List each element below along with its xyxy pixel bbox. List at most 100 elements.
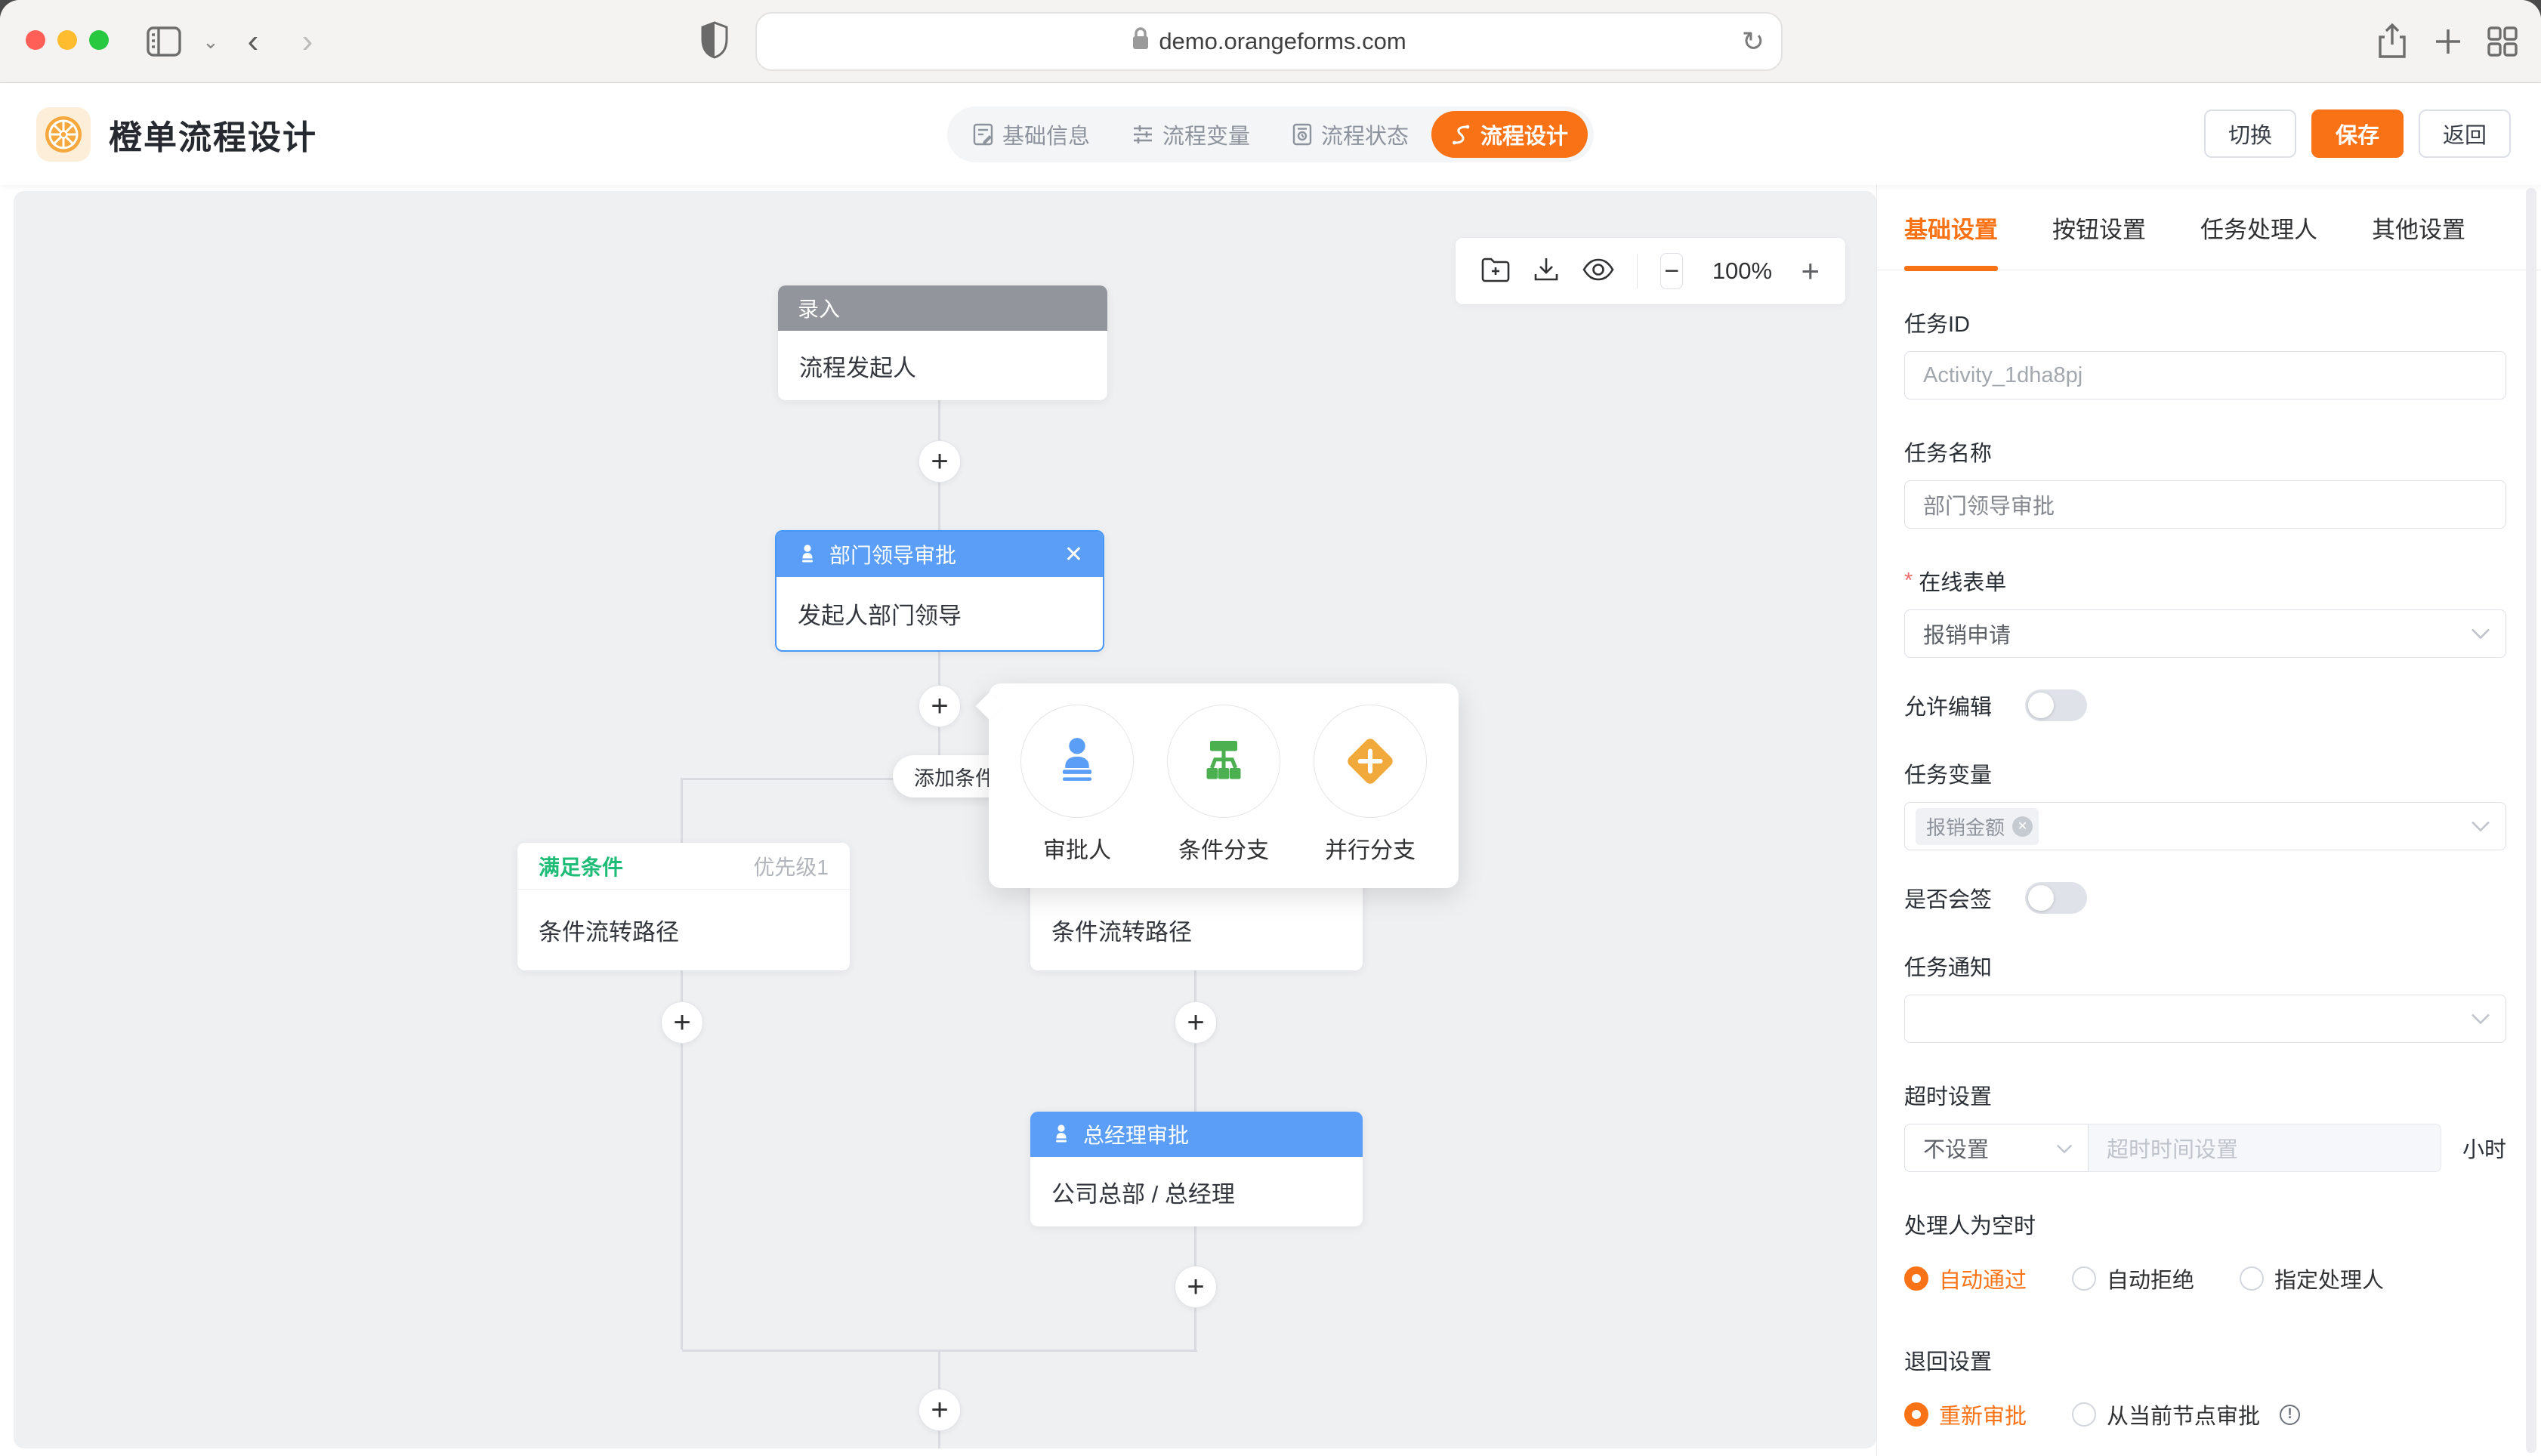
share-icon[interactable]	[2370, 20, 2414, 63]
radio-dot	[2240, 1266, 2264, 1291]
approver-stamp-icon	[1050, 734, 1104, 788]
condition-branch-icon	[1196, 734, 1251, 788]
lock-icon	[1132, 26, 1150, 57]
node-dept-title: 部门领导审批	[829, 539, 956, 569]
close-window-button[interactable]	[26, 30, 45, 50]
tab-other-settings[interactable]: 其他设置	[2372, 185, 2465, 270]
node-cond-left-body: 条件流转路径	[539, 913, 679, 947]
zoom-out-button[interactable]: −	[1660, 253, 1683, 289]
node-dept-approval[interactable]: 部门领导审批 ✕ 发起人部门领导	[775, 530, 1104, 652]
app-logo	[36, 107, 91, 162]
radio-dot	[1904, 1266, 1928, 1291]
task-id-label: 任务ID	[1904, 307, 2506, 338]
popup-item-label: 审批人	[1043, 831, 1111, 865]
new-tab-icon[interactable]	[2426, 20, 2470, 63]
tab-process-variables[interactable]: 流程变量	[1113, 111, 1270, 158]
delete-node-icon[interactable]: ✕	[1064, 541, 1083, 568]
header-actions: 切换 保存 返回	[2204, 110, 2511, 158]
tab-process-design[interactable]: 流程设计	[1431, 111, 1588, 158]
popup-item-approver[interactable]: 审批人	[1020, 705, 1134, 865]
node-start-title: 录入	[798, 293, 840, 323]
task-name-label: 任务名称	[1904, 436, 2506, 467]
task-notify-select[interactable]	[1904, 995, 2506, 1043]
task-variable-select[interactable]: 报销金额 ✕	[1904, 802, 2506, 850]
tab-button-settings[interactable]: 按钮设置	[2052, 185, 2146, 270]
panel-scrollbar[interactable]	[2526, 188, 2536, 1453]
radio-from-current-node[interactable]: 从当前节点审批!	[2072, 1399, 2300, 1430]
canvas-toolbar: − 100% +	[1456, 238, 1845, 304]
main-area: 录入 流程发起人 + 部门领导审批 ✕ 发起人部门领导 + 添加条件 满足条件	[0, 185, 2541, 1456]
sidebar-icon[interactable]	[142, 20, 186, 63]
forward-button[interactable]: ›	[286, 20, 329, 63]
timeout-value-input[interactable]: 超时时间设置	[2089, 1124, 2441, 1172]
chevron-down-icon	[2471, 814, 2490, 839]
add-node-button[interactable]: +	[661, 1001, 703, 1044]
browser-chrome: ⌄ ‹ › demo.orangeforms.com ↻	[0, 0, 2541, 83]
approver-icon	[1050, 1123, 1073, 1146]
task-variable-label: 任务变量	[1904, 757, 2506, 789]
save-button[interactable]: 保存	[2311, 110, 2404, 158]
reload-icon[interactable]: ↻	[1742, 26, 1764, 57]
address-bar[interactable]: demo.orangeforms.com ↻	[755, 12, 1783, 71]
tab-task-assignee[interactable]: 任务处理人	[2200, 185, 2317, 270]
return-setting-label: 退回设置	[1904, 1344, 2506, 1376]
chevron-down-icon[interactable]: ⌄	[202, 30, 219, 54]
remove-tag-icon[interactable]: ✕	[2012, 816, 2033, 837]
zoom-level: 100%	[1706, 258, 1778, 285]
add-node-button[interactable]: +	[919, 1389, 961, 1431]
node-condition-left[interactable]: 满足条件 优先级1 条件流转路径	[517, 843, 850, 970]
page-title: 橙单流程设计	[109, 83, 317, 185]
node-gm-approval[interactable]: 总经理审批 公司总部 / 总经理	[1030, 1112, 1363, 1226]
back-button-app[interactable]: 返回	[2419, 110, 2511, 158]
radio-auto-reject[interactable]: 自动拒绝	[2072, 1263, 2194, 1294]
node-start[interactable]: 录入 流程发起人	[778, 285, 1107, 400]
popup-item-parallel-branch[interactable]: 并行分支	[1314, 705, 1427, 865]
preview-eye-icon[interactable]	[1582, 258, 1614, 285]
online-form-select[interactable]: 报销申请	[1904, 609, 2506, 658]
condition-branch-circle[interactable]	[1167, 705, 1280, 818]
radio-assign-handler[interactable]: 指定处理人	[2240, 1263, 2384, 1294]
node-start-body: 流程发起人	[799, 349, 916, 383]
back-button[interactable]: ‹	[231, 20, 275, 63]
radio-re-approve[interactable]: 重新审批	[1904, 1399, 2027, 1430]
node-dept-body: 发起人部门领导	[798, 597, 962, 631]
countersign-row: 是否会签	[1904, 882, 2506, 914]
radio-auto-pass[interactable]: 自动通过	[1904, 1263, 2027, 1294]
chevron-down-icon	[2471, 622, 2490, 646]
popup-item-label: 并行分支	[1325, 831, 1416, 865]
tab-process-status[interactable]: 流程状态	[1273, 111, 1428, 158]
zoom-window-button[interactable]	[89, 30, 109, 50]
flow-canvas[interactable]: 录入 流程发起人 + 部门领导审批 ✕ 发起人部门领导 + 添加条件 满足条件	[14, 191, 1876, 1448]
task-id-input[interactable]: Activity_1dha8pj	[1904, 351, 2506, 399]
task-name-input[interactable]: 部门领导审批	[1904, 480, 2506, 529]
approver-option-circle[interactable]	[1020, 705, 1134, 818]
privacy-shield-icon[interactable]	[701, 21, 728, 63]
tab-basic-settings[interactable]: 基础设置	[1904, 185, 1998, 270]
allow-edit-label: 允许编辑	[1904, 689, 1992, 721]
node-cond-right-body: 条件流转路径	[1051, 913, 1192, 947]
tab-basic-info[interactable]: 基础信息	[953, 111, 1110, 158]
radio-dot	[2072, 1402, 2096, 1427]
add-node-button[interactable]: +	[1175, 1001, 1217, 1044]
open-file-icon[interactable]	[1481, 257, 1510, 286]
timeout-label: 超时设置	[1904, 1079, 2506, 1111]
add-node-button[interactable]: +	[919, 440, 961, 483]
zoom-in-button[interactable]: +	[1801, 253, 1820, 289]
traffic-lights	[26, 30, 109, 50]
tab-overview-icon[interactable]	[2481, 20, 2524, 63]
timeout-mode-select[interactable]: 不设置	[1904, 1124, 2089, 1172]
countersign-toggle[interactable]	[2025, 882, 2087, 914]
empty-handler-label: 处理人为空时	[1904, 1208, 2506, 1240]
parallel-branch-icon	[1341, 732, 1400, 791]
minimize-window-button[interactable]	[57, 30, 77, 50]
parallel-branch-circle[interactable]	[1314, 705, 1427, 818]
add-node-button[interactable]: +	[1175, 1266, 1217, 1308]
popup-item-condition-branch[interactable]: 条件分支	[1167, 705, 1280, 865]
allow-edit-toggle[interactable]	[2025, 689, 2087, 721]
chevron-down-icon	[2471, 1007, 2490, 1032]
download-icon[interactable]	[1533, 256, 1560, 287]
add-node-button[interactable]: +	[919, 685, 961, 727]
node-type-popup: 审批人 条件分支 并行分支	[989, 683, 1459, 888]
chevron-down-icon	[2056, 1136, 2073, 1161]
switch-button[interactable]: 切换	[2204, 110, 2296, 158]
